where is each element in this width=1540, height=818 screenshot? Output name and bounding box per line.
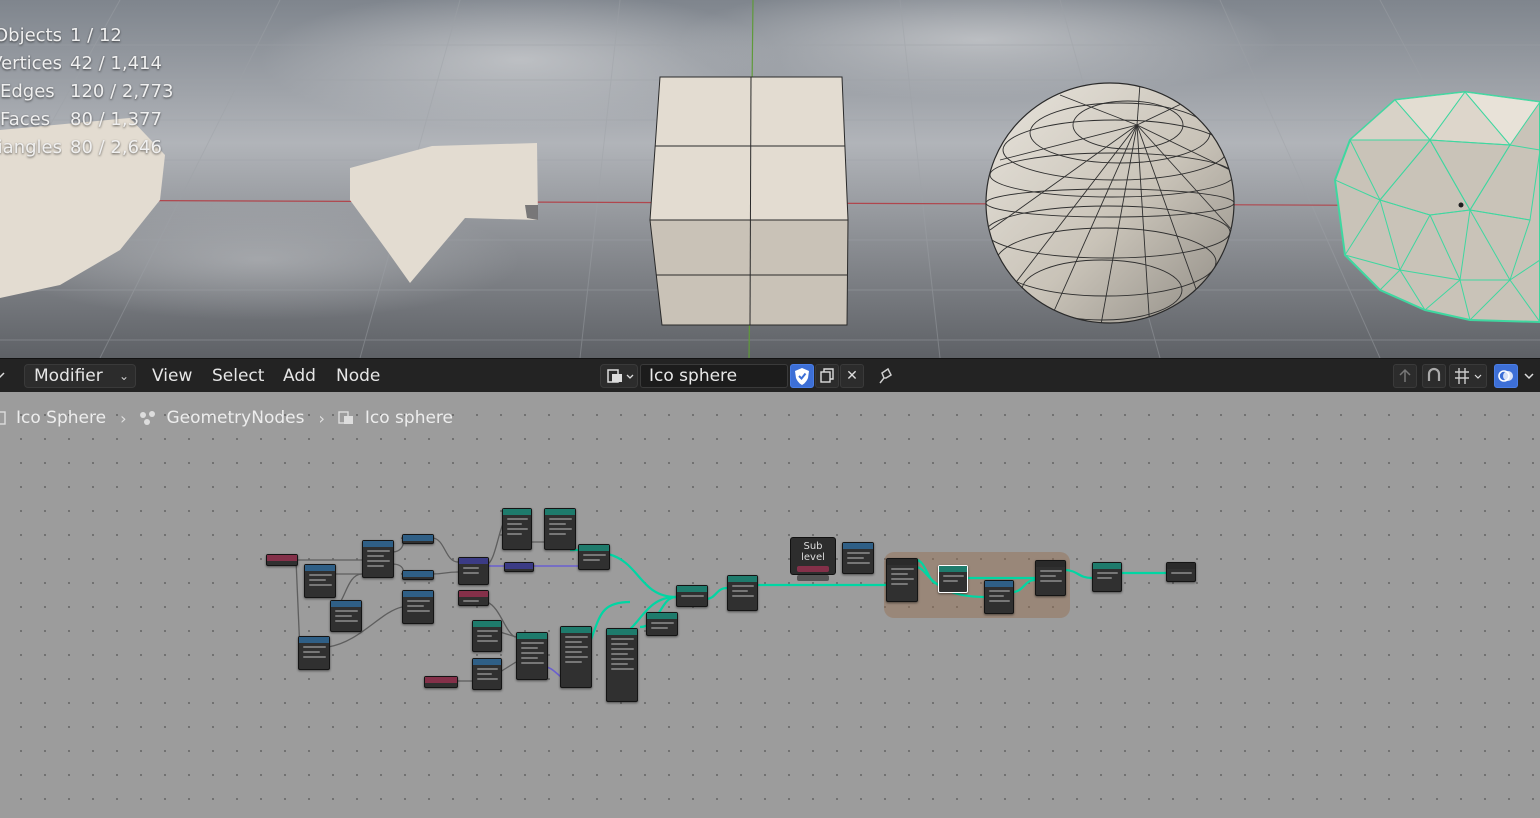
- editor-type-chevron-icon[interactable]: [0, 359, 18, 393]
- menu-select[interactable]: Select: [212, 359, 264, 393]
- stat-row-faces: Faces 80 / 1,377: [0, 109, 162, 130]
- geometry-nodes-mode-dropdown[interactable]: Modifier ⌄: [24, 364, 136, 388]
- stat-row-vertices: Vertices 42 / 1,414: [0, 53, 162, 74]
- node-index-input-2[interactable]: [424, 676, 458, 688]
- node-repeat-input[interactable]: [886, 558, 918, 602]
- parent-node-tree-icon[interactable]: [1393, 364, 1417, 388]
- menu-view[interactable]: View: [152, 359, 192, 393]
- overlays-dropdown-chevron-icon[interactable]: [1522, 359, 1536, 393]
- group-input-sub-level[interactable]: Sub level: [790, 537, 836, 581]
- unlink-close-icon[interactable]: ✕: [840, 364, 864, 388]
- node-multiply-add[interactable]: [362, 540, 394, 578]
- node-divide[interactable]: [304, 564, 336, 598]
- node-subdivide-selected[interactable]: [938, 565, 968, 593]
- node-set-material[interactable]: [1092, 562, 1122, 592]
- node-set-position[interactable]: [516, 632, 548, 680]
- menu-node[interactable]: Node: [336, 359, 380, 393]
- 3d-viewport[interactable]: Objects 1 / 12 Vertices 42 / 1,414 Edges…: [0, 0, 1540, 358]
- node-tree-icon: [607, 369, 634, 383]
- node-value[interactable]: [458, 590, 489, 606]
- node-scale[interactable]: [504, 562, 534, 572]
- node-repeat-output[interactable]: [1035, 560, 1066, 596]
- overlays-toggle-icon[interactable]: [1494, 364, 1518, 388]
- snap-magnet-icon[interactable]: [1422, 364, 1446, 388]
- duplicate-node-tree-icon[interactable]: [815, 364, 839, 388]
- node-combine-xyz[interactable]: [458, 557, 489, 585]
- node-links: [295, 521, 1166, 683]
- node-index-input[interactable]: [266, 554, 298, 566]
- node-clamp[interactable]: [842, 542, 874, 574]
- node-transform-geometry[interactable]: [560, 626, 592, 688]
- node-multiply-2[interactable]: [984, 580, 1014, 614]
- pin-icon[interactable]: [874, 359, 894, 393]
- cube-object[interactable]: [649, 76, 849, 326]
- node-sine[interactable]: [402, 570, 434, 580]
- statistics-overlay: Objects 1 / 12 Vertices 42 / 1,414 Edges…: [0, 22, 173, 162]
- stat-row-triangles: Triangles 80 / 2,646: [0, 137, 162, 158]
- fake-user-shield-icon[interactable]: [790, 364, 814, 388]
- menu-add[interactable]: Add: [283, 359, 316, 393]
- viewport-scene[interactable]: [0, 0, 1540, 358]
- node-grid[interactable]: [502, 508, 532, 550]
- node-greater-than-2[interactable]: [472, 658, 502, 690]
- chevron-down-icon: ⌄: [118, 369, 129, 383]
- node-subtract[interactable]: [402, 590, 434, 624]
- node-multiply[interactable]: [330, 600, 362, 632]
- node-flip-faces[interactable]: [646, 612, 678, 636]
- stat-row-edges: Edges 120 / 2,773: [0, 81, 174, 102]
- node-join-geometry[interactable]: [676, 585, 708, 607]
- node-editor-canvas[interactable]: Ico Sphere › GeometryNodes › Ico sphere: [0, 392, 1540, 818]
- node-set-position-top[interactable]: [578, 544, 610, 570]
- node-merge-by-distance[interactable]: [727, 575, 758, 611]
- node-mesh-circle[interactable]: [472, 620, 502, 652]
- snap-target-grid-icon[interactable]: [1449, 364, 1487, 388]
- node-group-output[interactable]: [1166, 562, 1196, 582]
- node-triangulate[interactable]: [544, 508, 576, 550]
- node-greater-than[interactable]: [298, 636, 330, 670]
- node-cosine[interactable]: [402, 534, 434, 544]
- node-editor-header: Modifier ⌄ View Select Add Node Ico sphe…: [0, 358, 1540, 393]
- stat-row-objects: Objects 1 / 12: [0, 25, 122, 46]
- browse-node-tree-button[interactable]: [600, 364, 638, 388]
- node-transform-geometry-2[interactable]: [606, 628, 638, 702]
- node-tree-name-field[interactable]: Ico sphere: [640, 364, 788, 388]
